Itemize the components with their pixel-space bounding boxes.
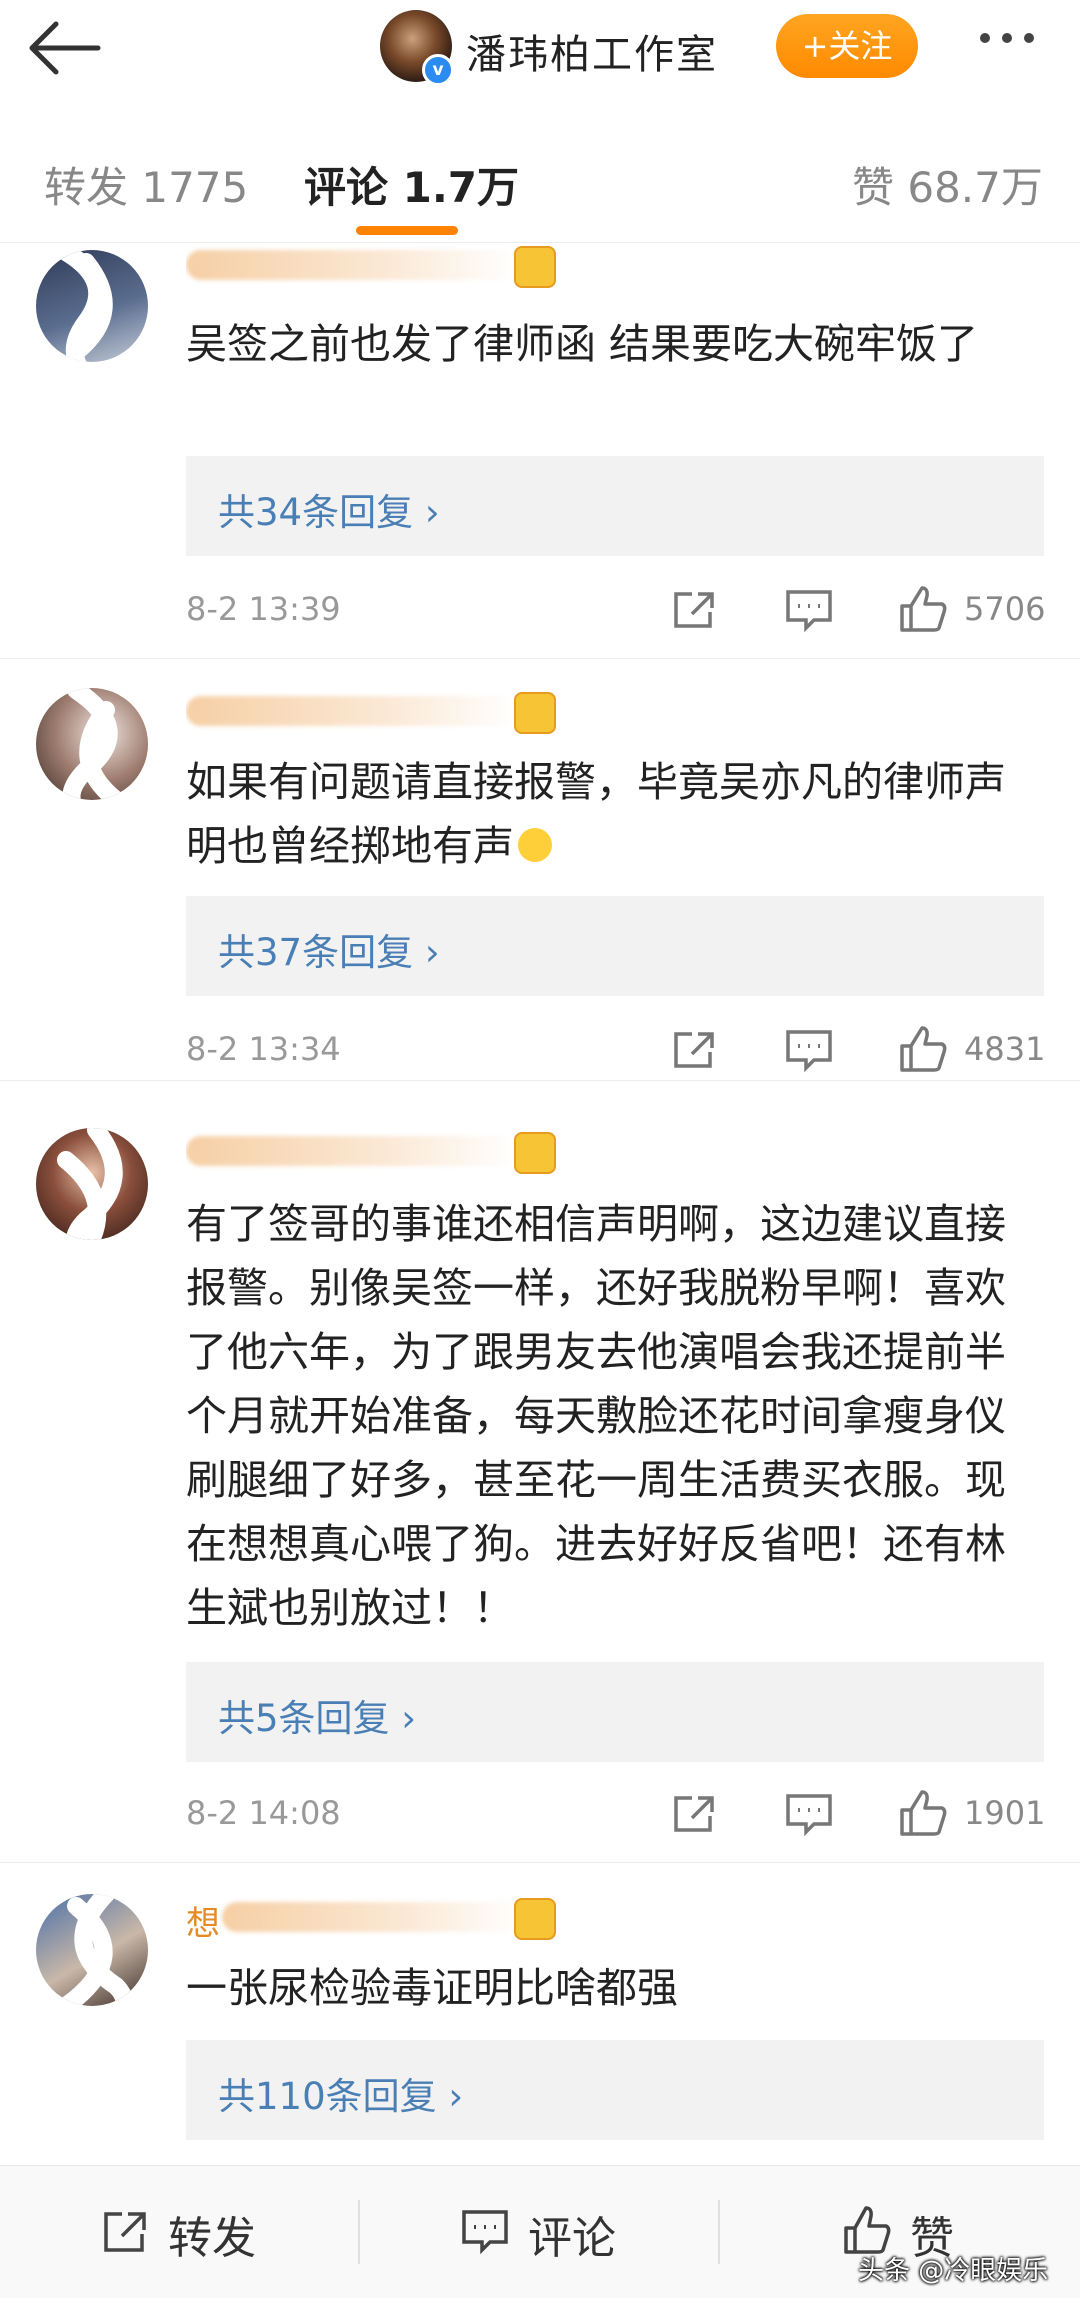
comment-time: 8-2 13:39 [186,590,341,628]
back-arrow-icon[interactable] [26,16,106,80]
watermark: 头条 @冷眼娱乐 [858,2256,1049,2286]
crown-badge-icon [514,246,556,288]
scribble-redaction [57,250,113,362]
comment-item: 想 一张尿检验毒证明比啥都强 共110条回复 › [0,1864,1080,2164]
scribble-redaction [57,1894,134,2006]
replies-label: 共34条回复 › [218,491,440,534]
replies-label: 共110条回复 › [218,2075,464,2118]
comment-text: 一张尿检验毒证明比啥都强 [186,1964,678,2012]
commenter-avatar[interactable] [36,688,148,800]
account-title[interactable]: 潘玮柏工作室 [466,22,718,80]
like-count: 1901 [964,1794,1046,1832]
share-icon[interactable] [670,1792,720,1836]
like-thumb-icon[interactable] [842,2204,892,2256]
scribble-redaction [62,688,125,800]
like-thumb-icon[interactable] [898,1788,948,1838]
repost-button[interactable]: 转发 [168,2202,256,2266]
commenter-name-text: 想 [186,1904,220,1940]
comment-icon[interactable] [784,1792,834,1836]
commenter-avatar[interactable] [36,1894,148,2006]
comment-icon[interactable] [784,1028,834,1072]
replies-link[interactable]: 共5条回复 › [186,1662,1044,1762]
comment-item: 如果有问题请直接报警，毕竟吴亦凡的律师声明也曾经掷地有声 共37条回复 › 8-… [0,660,1080,1081]
comment-item: 吴签之前也发了律师函 结果要吃大碗牢饭了 共34条回复 › 8-2 13:39 … [0,244,1080,659]
commenter-name[interactable] [186,1130,556,1174]
comment-text-content: 如果有问题请直接报警，毕竟吴亦凡的律师声明也曾经掷地有声 [186,758,1006,870]
comment-text: 吴签之前也发了律师函 结果要吃大碗牢饭了 [186,320,979,368]
comment-item: 有了签哥的事谁还相信声明啊，这边建议直接报警。别像吴签一样，还好我脱粉早啊！喜欢… [0,1082,1080,1863]
comment-text: 有了签哥的事谁还相信声明啊，这边建议直接报警。别像吴签一样，还好我脱粉早啊！喜欢… [186,1200,1006,1632]
commenter-avatar[interactable] [36,250,148,362]
tab-likes[interactable]: 赞 68.7万 [852,154,1043,215]
commenter-name[interactable]: 想 [186,1896,556,1940]
share-icon[interactable] [670,1028,720,1072]
comment-text: 如果有问题请直接报警，毕竟吴亦凡的律师声明也曾经掷地有声 [186,750,1046,878]
top-bar: v 潘玮柏工作室 +关注 [0,0,1080,100]
commenter-name[interactable] [186,244,556,288]
tab-bar: 转发 1775 评论 1.7万 赞 68.7万 [0,114,1080,243]
divider [358,2200,360,2264]
comment-button[interactable]: 评论 [528,2202,616,2266]
scribble-redaction [57,1128,123,1240]
like-count: 5706 [964,590,1046,628]
verified-badge-icon: v [422,54,454,86]
share-icon[interactable] [670,588,720,632]
follow-button[interactable]: +关注 [776,14,918,78]
crown-badge-icon [514,692,556,734]
commenter-avatar[interactable] [36,1128,148,1240]
repost-icon[interactable] [100,2208,150,2256]
divider [718,2200,720,2264]
emoji-face-icon [518,828,552,862]
active-tab-indicator [356,226,458,235]
replies-label: 共37条回复 › [218,931,440,974]
comment-time: 8-2 14:08 [186,1794,341,1832]
like-thumb-icon[interactable] [898,584,948,634]
tab-comments[interactable]: 评论 1.7万 [304,154,519,215]
commenter-name[interactable] [186,690,556,734]
crown-badge-icon [514,1898,556,1940]
tab-repost[interactable]: 转发 1775 [44,154,248,215]
comment-time: 8-2 13:34 [186,1030,341,1068]
comment-icon[interactable] [460,2208,510,2256]
like-thumb-icon[interactable] [898,1024,948,1074]
replies-link[interactable]: 共110条回复 › [186,2040,1044,2140]
replies-link[interactable]: 共37条回复 › [186,896,1044,996]
replies-label: 共5条回复 › [218,1697,417,1740]
comment-icon[interactable] [784,588,834,632]
like-count: 4831 [964,1030,1046,1068]
replies-link[interactable]: 共34条回复 › [186,456,1044,556]
crown-badge-icon [514,1132,556,1174]
more-dots-icon[interactable] [980,28,1050,58]
